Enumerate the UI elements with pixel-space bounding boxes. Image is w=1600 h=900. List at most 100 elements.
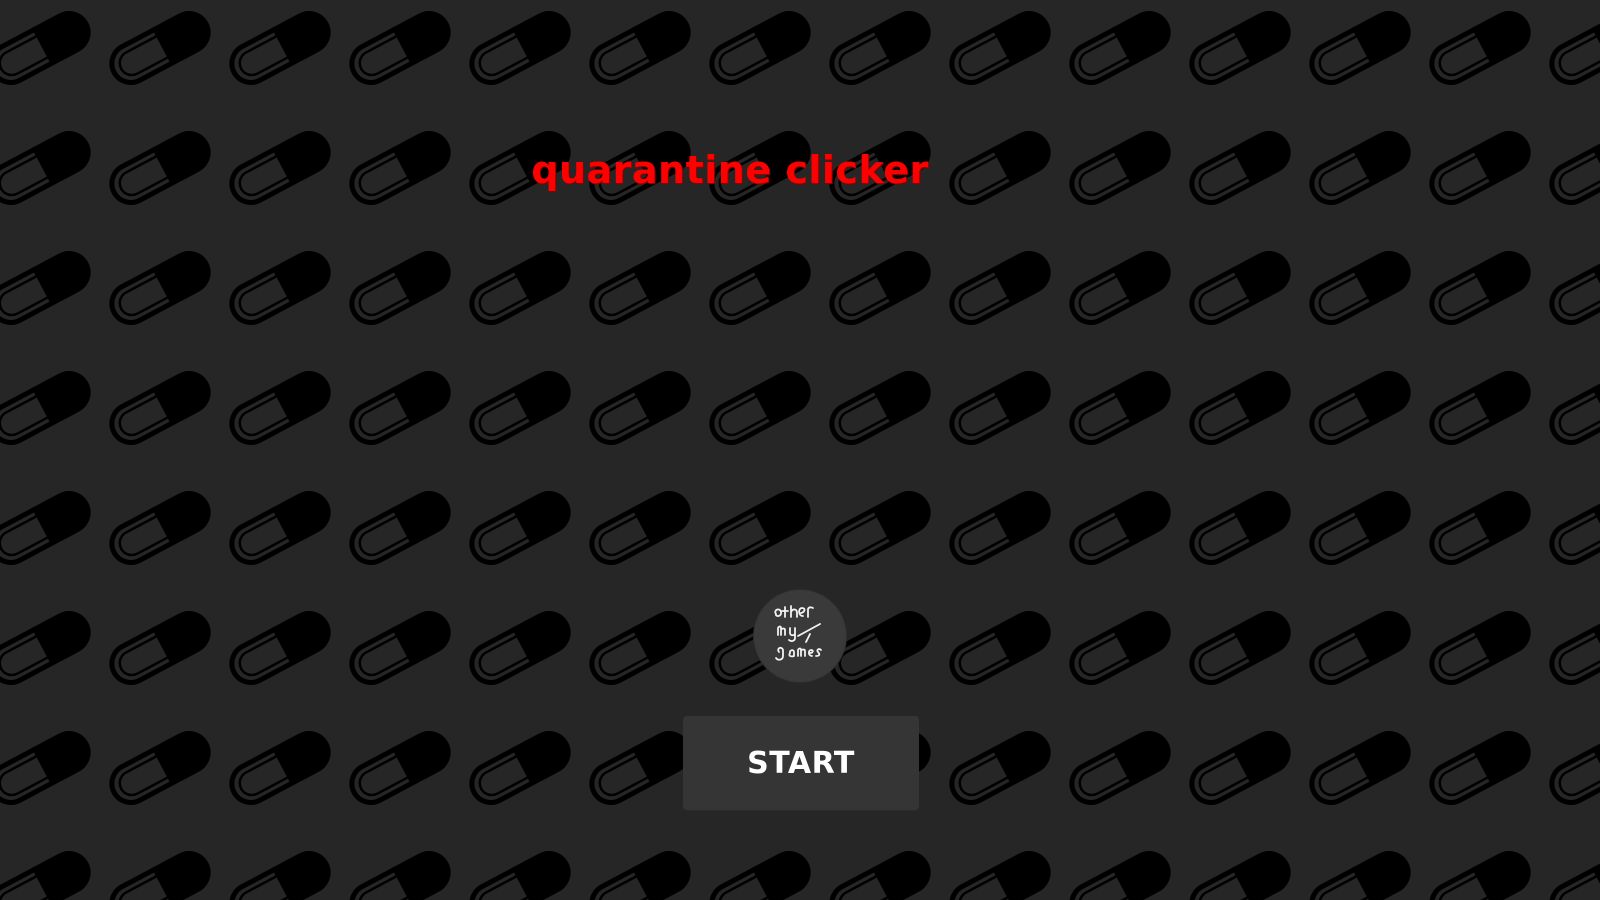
pill-icon — [1065, 727, 1175, 809]
pill-icon — [705, 847, 815, 900]
pill-icon — [1545, 7, 1600, 89]
pill-icon — [345, 367, 455, 449]
pill-icon — [1065, 487, 1175, 569]
pill-icon — [945, 487, 1055, 569]
pill-icon — [1425, 7, 1535, 89]
pill-icon — [225, 847, 335, 900]
pill-icon — [585, 367, 695, 449]
pill-icon — [1305, 607, 1415, 689]
pill-icon — [1425, 607, 1535, 689]
pill-icon — [945, 7, 1055, 89]
pill-icon — [825, 847, 935, 900]
pill-icon — [225, 487, 335, 569]
pill-icon — [825, 247, 935, 329]
pill-icon — [585, 847, 695, 900]
pill-icon — [945, 607, 1055, 689]
pill-icon — [945, 247, 1055, 329]
pill-icon — [345, 7, 455, 89]
pill-icon — [1305, 7, 1415, 89]
pill-icon — [105, 607, 215, 689]
pill-icon — [1185, 487, 1295, 569]
pill-icon — [465, 727, 575, 809]
pill-icon — [1545, 367, 1600, 449]
pill-icon — [225, 367, 335, 449]
pill-icon — [1065, 247, 1175, 329]
pill-icon — [1425, 847, 1535, 900]
pill-icon — [585, 247, 695, 329]
pill-icon — [105, 727, 215, 809]
pill-icon — [465, 847, 575, 900]
pill-icon — [705, 487, 815, 569]
pill-icon — [345, 487, 455, 569]
pill-icon — [0, 847, 95, 900]
pill-icon — [585, 607, 695, 689]
pill-icon — [345, 727, 455, 809]
pill-icon — [225, 247, 335, 329]
pill-icon — [105, 367, 215, 449]
pill-icon — [105, 847, 215, 900]
pill-icon — [1545, 127, 1600, 209]
start-button[interactable]: START — [683, 716, 919, 810]
pill-icon — [1425, 247, 1535, 329]
pill-icon — [1545, 487, 1600, 569]
game-screen: quarantine clicker START — [0, 0, 1600, 900]
pill-icon — [825, 487, 935, 569]
pill-icon — [1185, 847, 1295, 900]
pill-icon — [0, 7, 95, 89]
pill-icon — [1185, 247, 1295, 329]
pill-icon — [585, 487, 695, 569]
pill-icon — [585, 727, 695, 809]
pill-icon — [1425, 487, 1535, 569]
pill-icon — [345, 607, 455, 689]
pill-icon — [0, 247, 95, 329]
start-button-label: START — [747, 745, 855, 781]
pill-icon — [465, 607, 575, 689]
pill-icon — [465, 7, 575, 89]
pill-icon — [345, 847, 455, 900]
pill-icon — [1185, 727, 1295, 809]
pill-icon — [1305, 367, 1415, 449]
pill-icon — [105, 7, 215, 89]
pill-icon — [1065, 847, 1175, 900]
pill-icon — [1305, 727, 1415, 809]
pill-icon — [1185, 607, 1295, 689]
pill-icon — [1065, 607, 1175, 689]
pill-icon — [705, 247, 815, 329]
pill-icon — [225, 607, 335, 689]
pill-icon — [1305, 487, 1415, 569]
pill-icon — [1545, 607, 1600, 689]
pill-icon — [945, 847, 1055, 900]
pill-icon — [105, 487, 215, 569]
game-title: quarantine clicker — [531, 148, 929, 192]
pill-icon — [1545, 247, 1600, 329]
pill-icon — [465, 247, 575, 329]
pill-icon — [345, 247, 455, 329]
pill-icon — [1305, 847, 1415, 900]
pill-icon — [105, 247, 215, 329]
pill-icon — [0, 487, 95, 569]
pill-icon — [825, 7, 935, 89]
pill-icon — [705, 367, 815, 449]
pill-icon — [1545, 847, 1600, 900]
pill-icon — [1425, 727, 1535, 809]
pill-icon — [825, 367, 935, 449]
pill-icon — [0, 367, 95, 449]
pill-icon — [705, 7, 815, 89]
pill-icon — [945, 367, 1055, 449]
pill-icon — [1065, 7, 1175, 89]
pill-icon — [1425, 367, 1535, 449]
pill-icon — [0, 727, 95, 809]
pill-icon — [1065, 367, 1175, 449]
pill-icon — [1185, 367, 1295, 449]
pill-icon — [465, 367, 575, 449]
pill-icon — [1305, 247, 1415, 329]
pill-icon — [0, 607, 95, 689]
pill-icon — [225, 727, 335, 809]
other-games-logo-icon — [774, 605, 822, 661]
pill-icon — [225, 7, 335, 89]
pill-icon — [1545, 727, 1600, 809]
other-games-button[interactable] — [754, 590, 846, 682]
pill-icon — [585, 7, 695, 89]
pill-icon — [945, 727, 1055, 809]
pill-icon — [465, 487, 575, 569]
